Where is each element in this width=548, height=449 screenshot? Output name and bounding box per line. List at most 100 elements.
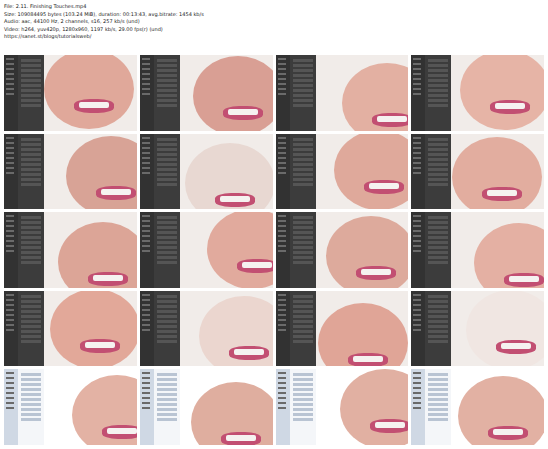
toolbar <box>276 55 290 131</box>
video-frame <box>411 55 544 131</box>
layers-panel <box>18 369 44 445</box>
video-frame <box>4 369 137 445</box>
toolbar <box>4 134 18 210</box>
info-line: Audio: aac, 44100 Hz, 2 channels, s16, 2… <box>4 18 544 25</box>
teeth <box>85 342 115 348</box>
video-frame <box>411 134 544 210</box>
teeth <box>93 275 123 281</box>
face <box>44 55 134 129</box>
layers-panel <box>290 291 316 367</box>
video-frame <box>4 291 137 367</box>
canvas <box>44 291 137 367</box>
canvas <box>44 55 137 131</box>
toolbar <box>140 291 154 367</box>
canvas <box>316 212 409 288</box>
canvas <box>44 134 137 210</box>
thumbnail-grid <box>4 55 544 445</box>
teeth <box>79 102 109 108</box>
face <box>207 212 273 288</box>
toolbar <box>140 212 154 288</box>
teeth <box>375 422 405 428</box>
teeth <box>369 183 399 189</box>
teeth <box>107 428 137 434</box>
canvas <box>180 291 273 367</box>
canvas <box>316 369 409 445</box>
teeth <box>377 116 407 122</box>
teeth <box>493 429 523 435</box>
toolbar <box>276 291 290 367</box>
teeth <box>501 343 531 349</box>
video-frame <box>4 212 137 288</box>
teeth <box>220 196 250 202</box>
face <box>334 134 409 210</box>
toolbar <box>140 55 154 131</box>
video-frame <box>411 212 544 288</box>
layers-panel <box>290 134 316 210</box>
canvas <box>44 369 137 445</box>
video-frame <box>276 55 409 131</box>
layers-panel <box>290 369 316 445</box>
face <box>466 291 544 367</box>
teeth <box>509 276 539 282</box>
toolbar <box>411 134 425 210</box>
canvas <box>180 55 273 131</box>
video-frame <box>140 134 273 210</box>
contact-sheet: File: 2.11. Finishing Touches.mp4Size: 1… <box>0 0 548 449</box>
teeth <box>487 190 517 196</box>
face <box>460 55 544 130</box>
layers-panel <box>425 134 451 210</box>
video-frame <box>411 291 544 367</box>
layers-panel <box>18 291 44 367</box>
teeth <box>226 435 256 441</box>
teeth <box>242 262 272 268</box>
toolbar <box>411 369 425 445</box>
canvas <box>180 212 273 288</box>
layers-panel <box>154 55 180 131</box>
toolbar <box>4 291 18 367</box>
teeth <box>361 269 391 275</box>
canvas <box>451 134 544 210</box>
video-frame <box>276 369 409 445</box>
canvas <box>316 291 409 367</box>
video-frame <box>276 212 409 288</box>
canvas <box>316 134 409 210</box>
canvas <box>44 212 137 288</box>
layers-panel <box>154 212 180 288</box>
teeth <box>228 109 258 115</box>
toolbar <box>411 291 425 367</box>
layers-panel <box>425 291 451 367</box>
layers-panel <box>154 291 180 367</box>
teeth <box>234 349 264 355</box>
video-frame <box>411 369 544 445</box>
layers-panel <box>290 55 316 131</box>
canvas <box>451 55 544 131</box>
canvas <box>451 291 544 367</box>
layers-panel <box>425 212 451 288</box>
video-frame <box>4 134 137 210</box>
layers-panel <box>154 369 180 445</box>
toolbar <box>4 369 18 445</box>
layers-panel <box>18 212 44 288</box>
toolbar <box>140 134 154 210</box>
toolbar <box>4 212 18 288</box>
layers-panel <box>425 369 451 445</box>
toolbar <box>140 369 154 445</box>
layers-panel <box>18 55 44 131</box>
video-frame <box>276 134 409 210</box>
teeth <box>495 103 525 109</box>
teeth <box>353 356 383 362</box>
toolbar <box>276 134 290 210</box>
video-frame <box>4 55 137 131</box>
toolbar <box>411 55 425 131</box>
info-line: Video: h264, yuv420p, 1280x960, 1197 kb/… <box>4 26 544 33</box>
layers-panel <box>425 55 451 131</box>
toolbar <box>4 55 18 131</box>
canvas <box>180 134 273 210</box>
video-frame <box>140 369 273 445</box>
toolbar <box>276 369 290 445</box>
face <box>340 369 409 445</box>
canvas <box>451 369 544 445</box>
toolbar <box>411 212 425 288</box>
video-frame <box>140 291 273 367</box>
layers-panel <box>18 134 44 210</box>
